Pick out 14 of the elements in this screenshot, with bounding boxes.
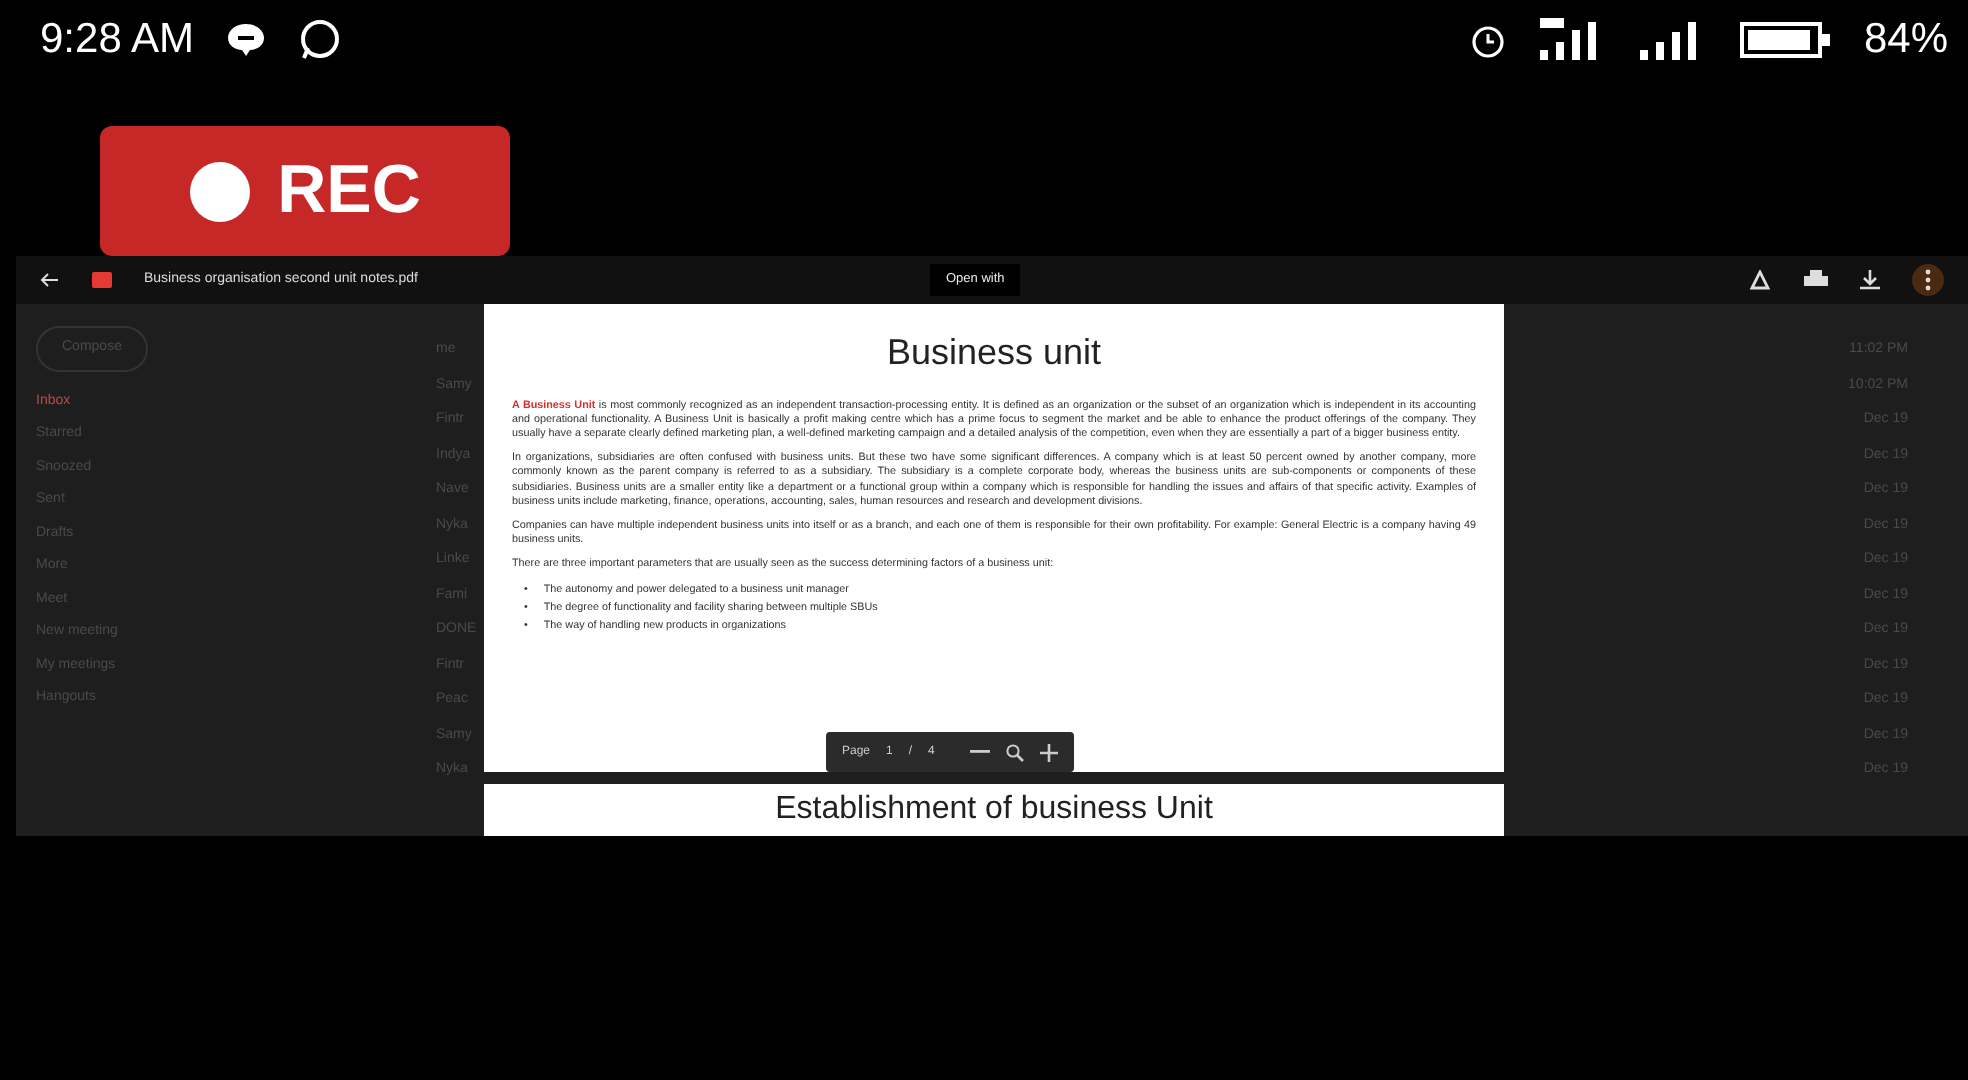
page-heading: Establishment of business Unit [775,792,1213,826]
clock-time: 9:28 AM [40,14,195,67]
back-arrow-icon[interactable] [40,272,60,288]
alarm-clock-icon [1467,20,1508,60]
page-title: Business unit [884,332,1104,376]
pdf-file-icon [92,272,112,288]
chat-bubble-icon [226,22,267,58]
battery-percentage: 84% [1863,14,1948,67]
more-menu-icon[interactable] [1912,264,1944,296]
record-button[interactable]: REC [100,126,510,256]
zoom-icon [1006,743,1025,761]
zoom-in-icon[interactable] [1040,743,1059,761]
battery-icon [1739,20,1832,60]
download-icon[interactable] [1860,270,1880,290]
